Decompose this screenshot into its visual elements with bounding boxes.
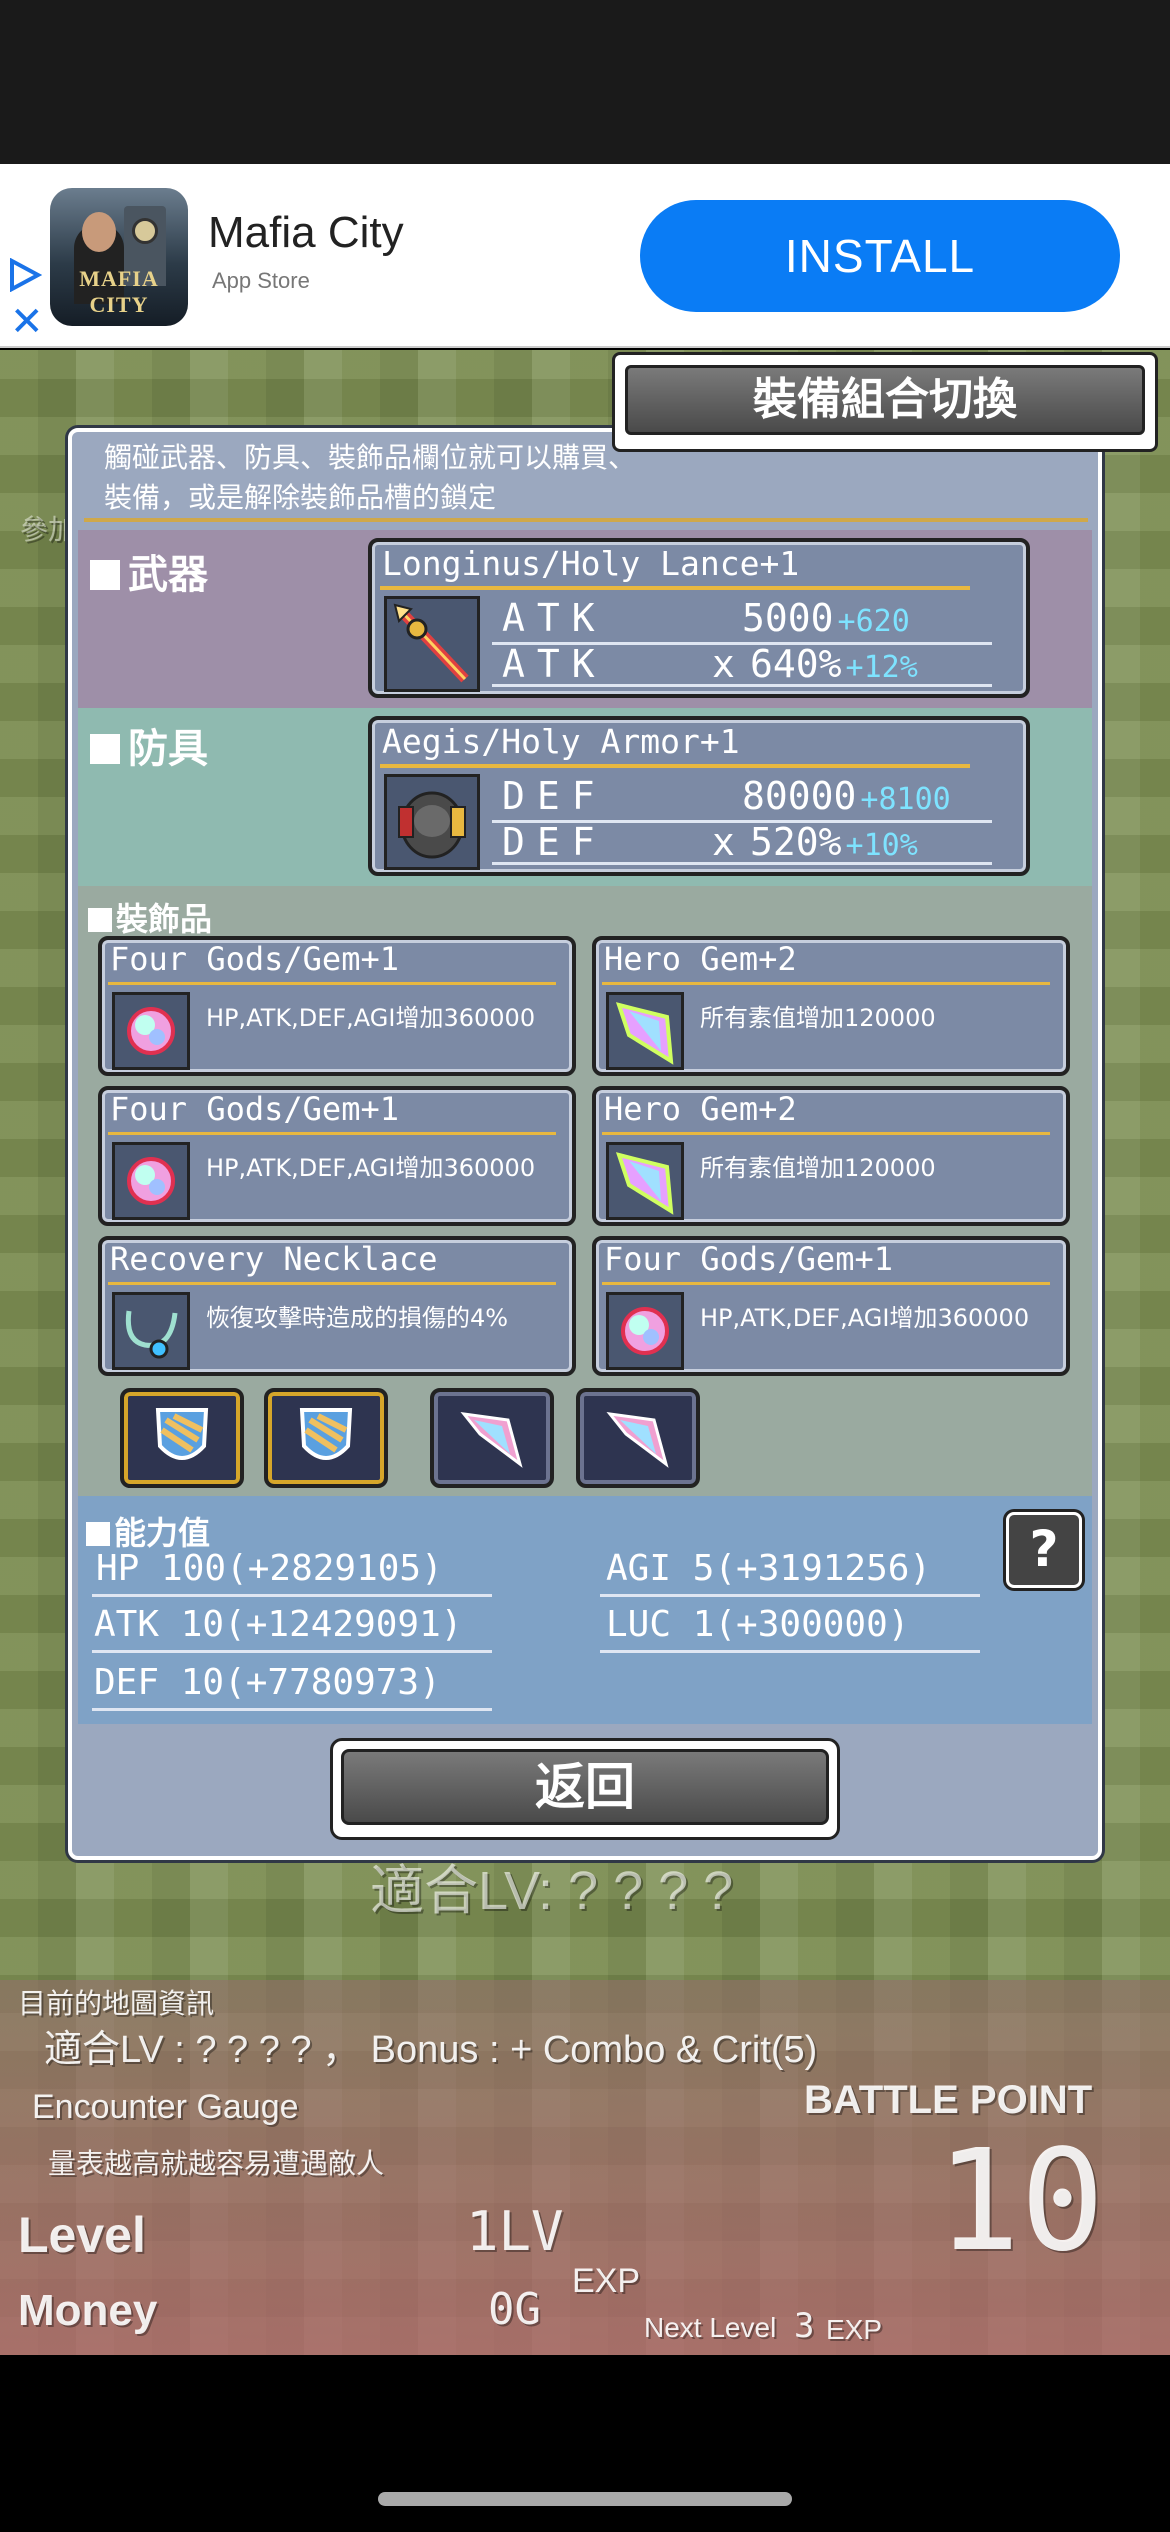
weapon-atk-bonus: +620 bbox=[837, 604, 910, 639]
crystal-shard-icon bbox=[600, 1400, 676, 1476]
accessory-desc: HP,ATK,DEF,AGI增加360000 bbox=[700, 1304, 1030, 1332]
rainbow-gem-icon bbox=[606, 1292, 684, 1370]
money-value: 0G bbox=[488, 2284, 541, 2335]
weapon-atk-multiplier-row: ATK x 640% +12% bbox=[502, 642, 918, 686]
holy-lance-icon bbox=[384, 596, 480, 692]
weapon-atk-mult-bonus: +12% bbox=[845, 650, 918, 685]
accessory-desc: 恢復攻擊時造成的損傷的4% bbox=[206, 1304, 509, 1332]
ad-app-name[interactable]: Mafia City bbox=[208, 208, 404, 258]
accessory-slot-4[interactable]: Hero Gem+2 所有素值增加120000 bbox=[592, 1086, 1070, 1226]
armor-slot[interactable]: Aegis/Holy Armor+1 DEF 80000 +8100 DEF x 520… bbox=[368, 716, 1030, 876]
armor-name: Aegis/Holy Armor+1 bbox=[382, 722, 740, 761]
equipment-hint-line2: 裝備，或是解除裝飾品槽的鎖定 bbox=[104, 481, 497, 514]
armor-def-row: DEF 80000 +8100 bbox=[502, 774, 951, 818]
accessory-desc: 所有素值增加120000 bbox=[700, 1154, 936, 1182]
accessory-name: Hero Gem+2 bbox=[604, 940, 797, 978]
ad-install-button[interactable]: INSTALL bbox=[640, 200, 1120, 312]
hint-divider bbox=[84, 518, 1088, 522]
crystal-shard-icon bbox=[606, 992, 684, 1070]
encounter-gauge-desc: 量表越高就越容易遭遇敵人 bbox=[48, 2148, 385, 2179]
status-bar bbox=[0, 0, 1170, 164]
encounter-gauge-label: Encounter Gauge bbox=[32, 2088, 299, 2126]
next-level-label: Next Level bbox=[644, 2312, 777, 2343]
accessory-desc: HP,ATK,DEF,AGI增加360000 bbox=[206, 1004, 536, 1032]
necklace-icon bbox=[112, 1292, 190, 1370]
accessory-unlock-slot-1[interactable] bbox=[120, 1388, 244, 1488]
armor-def-value: 80000 bbox=[742, 774, 857, 818]
home-indicator[interactable] bbox=[378, 2492, 792, 2506]
ad-choices-icon[interactable] bbox=[8, 258, 42, 292]
ability-atk: ATK 10(+12429091) bbox=[94, 1604, 463, 1645]
locked-shield-icon bbox=[144, 1400, 220, 1476]
ability-agi: AGI 5(+3191256) bbox=[606, 1548, 932, 1589]
ability-luc: LUC 1(+300000) bbox=[606, 1604, 910, 1645]
ad-app-icon-logo: MAFIA CITY bbox=[79, 266, 159, 317]
weapon-atk-mult-value: 640% bbox=[750, 642, 842, 686]
equipment-hint: 觸碰武器、防具、裝飾品欄位就可以購買、 裝備，或是解除裝飾品槽的鎖定 bbox=[104, 438, 636, 518]
equipment-hint-line1: 觸碰武器、防具、裝飾品欄位就可以購買、 bbox=[104, 441, 637, 474]
accessory-name: Recovery Necklace bbox=[110, 1240, 438, 1278]
battle-point-label: BATTLE POINT bbox=[804, 2078, 1093, 2122]
accessory-slot-1[interactable]: Four Gods/Gem+1 HP,ATK,DEF,AGI增加360000 bbox=[98, 936, 576, 1076]
accessory-name: Four Gods/Gem+1 bbox=[604, 1240, 893, 1278]
weapon-name: Longinus/Holy Lance+1 bbox=[382, 544, 800, 583]
accessory-unlock-slot-3[interactable] bbox=[430, 1388, 554, 1488]
accessory-slot-6[interactable]: Four Gods/Gem+1 HP,ATK,DEF,AGI增加360000 bbox=[592, 1236, 1070, 1376]
accessory-name: Four Gods/Gem+1 bbox=[110, 1090, 399, 1128]
weapon-atk-value: 5000 bbox=[742, 596, 834, 640]
weapon-slot[interactable]: Longinus/Holy Lance+1 ATK 5000 +620 ATK x 64… bbox=[368, 538, 1030, 698]
armor-def-label: DEF bbox=[502, 774, 607, 818]
rainbow-gem-icon bbox=[112, 992, 190, 1070]
armor-def-mult-value: 520% bbox=[750, 820, 842, 864]
ability-def: DEF 10(+7780973) bbox=[94, 1662, 441, 1703]
crystal-shard-icon bbox=[606, 1142, 684, 1220]
armor-def-multiplier-row: DEF x 520% +10% bbox=[502, 820, 918, 864]
locked-shield-icon bbox=[288, 1400, 364, 1476]
accessory-slot-5[interactable]: Recovery Necklace 恢復攻擊時造成的損傷的4% bbox=[98, 1236, 576, 1376]
holy-armor-icon bbox=[384, 774, 480, 870]
accessory-slot-3[interactable]: Four Gods/Gem+1 HP,ATK,DEF,AGI增加360000 bbox=[98, 1086, 576, 1226]
armor-def-bonus: +8100 bbox=[860, 782, 951, 817]
money-label: Money bbox=[18, 2286, 158, 2335]
equipment-set-switch-button[interactable]: 裝備組合切換 bbox=[612, 352, 1158, 452]
accessory-slot-2[interactable]: Hero Gem+2 所有素值增加120000 bbox=[592, 936, 1070, 1076]
accessory-unlock-slot-2[interactable] bbox=[264, 1388, 388, 1488]
accessory-name: Four Gods/Gem+1 bbox=[110, 940, 399, 978]
ad-app-icon[interactable]: MAFIA CITY bbox=[50, 188, 188, 326]
level-label: Level bbox=[18, 2207, 146, 2263]
level-value: 1LV bbox=[466, 2200, 564, 2263]
exp-label: EXP bbox=[572, 2262, 641, 2300]
equipment-set-switch-label: 裝備組合切換 bbox=[625, 365, 1145, 435]
back-button[interactable]: 返回 bbox=[330, 1738, 840, 1840]
accessory-unlock-slot-4[interactable] bbox=[576, 1388, 700, 1488]
help-button[interactable]: ? bbox=[1006, 1512, 1082, 1588]
map-info-value: 適合LV : ? ? ? ? ， Bonus : + Combo & Crit(… bbox=[44, 2029, 818, 2071]
accessory-section-label: 裝飾品 bbox=[88, 894, 212, 940]
next-level-value: 3 bbox=[794, 2306, 815, 2346]
back-button-label: 返回 bbox=[341, 1749, 829, 1825]
crystal-shard-icon bbox=[454, 1400, 530, 1476]
accessory-desc: 所有素值增加120000 bbox=[700, 1004, 936, 1032]
map-info-title: 目前的地圖資訊 bbox=[18, 1988, 215, 2019]
armor-def-mult-x: x bbox=[712, 820, 735, 864]
weapon-atk-row: ATK 5000 +620 bbox=[502, 596, 910, 640]
weapon-atk-mult-x: x bbox=[712, 642, 735, 686]
ad-close-icon[interactable]: ✕ bbox=[10, 302, 44, 342]
rainbow-gem-icon bbox=[112, 1142, 190, 1220]
armor-section-label: 防具 bbox=[90, 716, 208, 774]
armor-def-mult-bonus: +10% bbox=[845, 828, 918, 863]
ability-hp: HP 100(+2829105) bbox=[96, 1548, 443, 1589]
armor-def-mult-label: DEF bbox=[502, 820, 607, 864]
next-level-unit: EXP bbox=[826, 2314, 883, 2345]
accessory-name: Hero Gem+2 bbox=[604, 1090, 797, 1128]
weapon-atk-label: ATK bbox=[502, 596, 607, 640]
weapon-section-label: 武器 bbox=[90, 542, 208, 600]
accessory-desc: HP,ATK,DEF,AGI增加360000 bbox=[206, 1154, 536, 1182]
ad-store-name: App Store bbox=[212, 268, 310, 293]
weapon-atk-mult-label: ATK bbox=[502, 642, 607, 686]
battle-point-value: 10 bbox=[936, 2120, 1105, 2283]
